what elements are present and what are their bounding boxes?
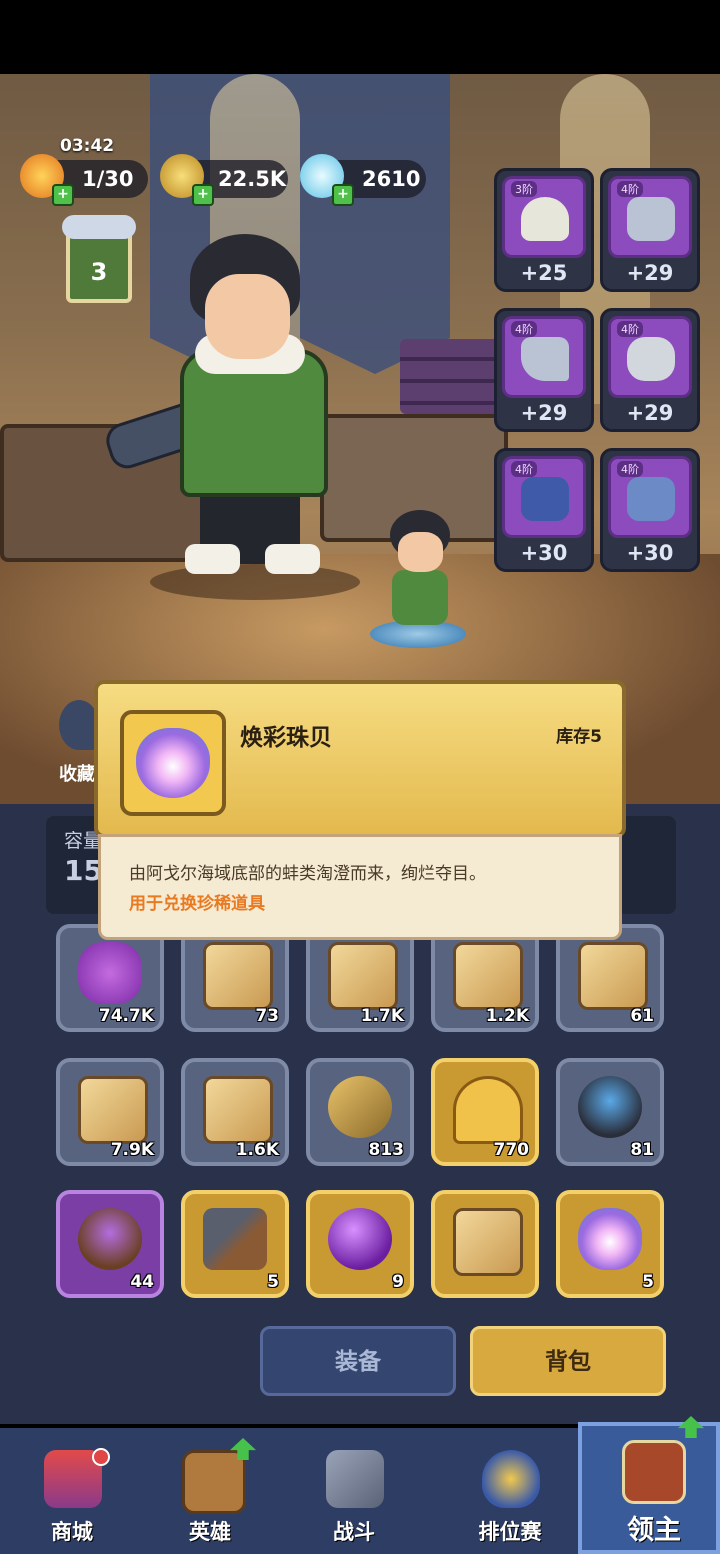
purple-orb-icon	[328, 1208, 392, 1270]
gold-counter[interactable]: + 22.5K	[160, 154, 288, 206]
coat-scroll-icon	[578, 942, 648, 1010]
hero-character[interactable]	[101, 234, 360, 600]
hero-card-icon	[182, 1450, 246, 1514]
inventory-item[interactable]: 1.6K	[181, 1058, 289, 1166]
equip-slot-helmet[interactable]: 3阶 +25	[494, 168, 594, 292]
armor-icon	[627, 197, 675, 241]
energy-counter[interactable]: + 1/30	[20, 154, 148, 206]
pants-scroll-icon	[203, 942, 273, 1010]
energy-timer: 03:42	[60, 136, 115, 156]
crystal-counter[interactable]: + 2610	[300, 154, 426, 206]
inventory-item[interactable]: 81	[556, 1058, 664, 1166]
equip-slot-pants[interactable]: 4阶 +30	[494, 448, 594, 572]
lord-banner-icon	[622, 1440, 686, 1504]
item-tooltip: 焕彩珠贝 库存5 由阿戈尔海域底部的蚌类淘澄而来，绚烂夺目。 用于兑换珍稀道具	[94, 680, 626, 942]
equip-slot-boots[interactable]: 4阶 +29	[494, 308, 594, 432]
helmet-scroll-icon	[78, 1076, 148, 1144]
tooltip-description: 由阿戈尔海域底部的蚌类淘澄而来，绚烂夺目。	[129, 864, 486, 884]
tooltip-body: 由阿戈尔海域底部的蚌类淘澄而来，绚烂夺目。 用于兑换珍稀道具	[98, 834, 622, 940]
nav-battle[interactable]: 战斗	[282, 1428, 426, 1554]
inventory-item[interactable]: 5	[181, 1190, 289, 1298]
helmet-icon	[521, 197, 569, 241]
gloves-scroll-icon	[453, 942, 523, 1010]
inventory-item[interactable]	[431, 1190, 539, 1298]
tooltip-stock: 库存5	[556, 727, 602, 747]
purple-mortar-icon	[78, 1208, 142, 1270]
wings-icon	[62, 215, 136, 239]
add-gold-button[interactable]: +	[192, 184, 214, 206]
inventory-item[interactable]: 770	[431, 1058, 539, 1166]
tab-bag[interactable]: 背包	[470, 1326, 666, 1396]
pants-icon	[521, 477, 569, 521]
nav-lord[interactable]: 领主	[578, 1416, 720, 1554]
nav-shop[interactable]: 商城	[0, 1428, 144, 1554]
inventory-item[interactable]: 5	[556, 1190, 664, 1298]
tab-equipment[interactable]: 装备	[260, 1326, 456, 1396]
pickaxe-icon	[203, 1208, 267, 1270]
boots-scroll-icon	[203, 1076, 273, 1144]
bottom-nav: 商城 英雄 战斗 排位赛 领主	[0, 1416, 720, 1554]
rank-shield-icon	[482, 1450, 540, 1508]
inventory-item[interactable]: 7.9K	[56, 1058, 164, 1166]
inventory-item[interactable]: 813	[306, 1058, 414, 1166]
tooltip-title: 焕彩珠贝	[240, 725, 332, 751]
purple-slime-icon	[78, 942, 142, 1004]
bolt-nut-icon	[328, 1076, 392, 1138]
shorts-icon	[627, 477, 675, 521]
inventory-item[interactable]: 44	[56, 1190, 164, 1298]
hero-chibi[interactable]	[370, 510, 470, 650]
mortar-icon	[578, 1076, 642, 1138]
nav-ranked[interactable]: 排位赛	[438, 1428, 582, 1554]
level-badge[interactable]: 3	[62, 215, 136, 303]
nav-hero[interactable]: 英雄	[138, 1428, 282, 1554]
golden-key-icon	[453, 1076, 523, 1144]
gloves-icon	[627, 337, 675, 381]
notification-dot	[92, 1448, 110, 1466]
tooltip-item-icon	[120, 710, 226, 816]
feather-icon	[59, 700, 99, 750]
star-scroll-icon	[453, 1208, 523, 1276]
tooltip-header: 焕彩珠贝 库存5	[94, 680, 626, 838]
equip-slot-armor[interactable]: 4阶 +29	[600, 168, 700, 292]
equip-slot-gloves[interactable]: 4阶 +29	[600, 308, 700, 432]
armor-scroll-icon	[328, 942, 398, 1010]
tooltip-usage: 用于兑换珍稀道具	[129, 894, 265, 914]
add-energy-button[interactable]: +	[52, 184, 74, 206]
inventory-item[interactable]: 9	[306, 1190, 414, 1298]
add-crystal-button[interactable]: +	[332, 184, 354, 206]
pearl-shell-icon	[578, 1208, 642, 1270]
equip-slot-shorts[interactable]: 4阶 +30	[600, 448, 700, 572]
battle-swords-icon	[326, 1450, 384, 1508]
pearl-shell-icon	[136, 728, 210, 798]
status-bar	[0, 0, 720, 74]
boots-icon	[521, 337, 569, 381]
